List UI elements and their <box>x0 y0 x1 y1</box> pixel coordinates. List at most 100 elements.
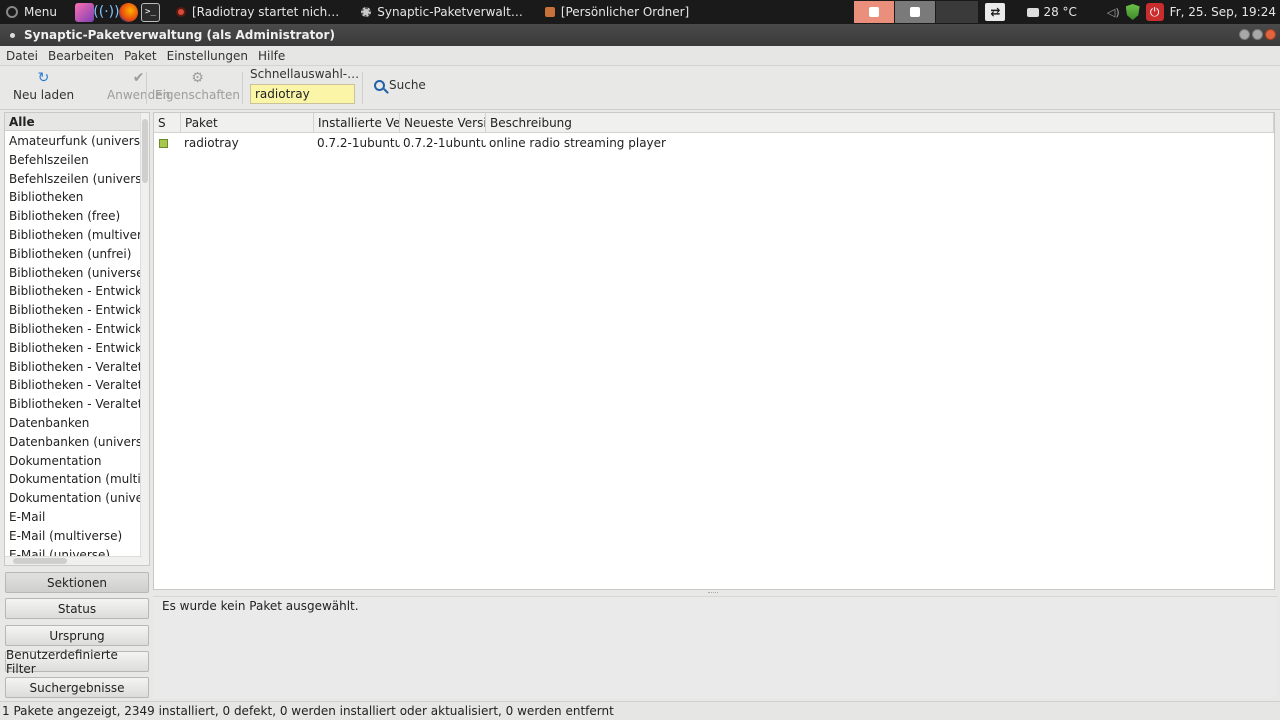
custom-filter-button[interactable]: Benutzerdefinierte Filter <box>5 648 149 676</box>
menu-hilfe[interactable]: Hilfe <box>252 49 289 63</box>
volume-icon[interactable]: ◁) <box>1107 6 1120 19</box>
search-results-filter-button[interactable]: Suchergebnisse <box>5 677 149 698</box>
menu-label: Menu <box>24 5 57 19</box>
firefox-launcher-icon[interactable] <box>118 2 138 22</box>
reload-button[interactable]: ↻ Neu laden <box>13 70 74 102</box>
folder-task-icon <box>544 7 555 17</box>
section-item[interactable]: Befehlszeilen (universe) <box>5 169 142 188</box>
checkmark-icon: ✔ <box>132 70 145 86</box>
quickfilter-input[interactable] <box>250 84 355 104</box>
scrollbar-thumb[interactable] <box>142 119 148 183</box>
menu-paket[interactable]: Paket <box>118 49 161 63</box>
section-item[interactable]: Datenbanken <box>5 413 142 432</box>
sections-vertical-scrollbar[interactable] <box>140 113 149 565</box>
section-item[interactable]: Datenbanken (universe) <box>5 432 142 451</box>
section-item[interactable]: Bibliotheken (multiverse) <box>5 225 142 244</box>
section-item[interactable]: Bibliotheken - Entwicklung <box>5 338 142 357</box>
section-item[interactable]: Bibliotheken <box>5 187 142 206</box>
sections-list[interactable]: Alle Amateurfunk (universe) Befehlszeile… <box>4 112 150 566</box>
workspace-2[interactable] <box>895 1 936 23</box>
window-switcher-icon[interactable]: ⇄ <box>985 3 1006 21</box>
window-controls <box>1239 29 1276 40</box>
toolbar-separator <box>146 72 147 104</box>
row-installed-version: 0.7.2-1ubuntu1 <box>317 136 400 150</box>
table-row[interactable]: radiotray 0.7.2-1ubuntu1 0.7.2-1ubuntu1 … <box>154 133 1274 153</box>
column-header-latest-version[interactable]: Neueste Version <box>400 113 486 132</box>
window-title: Synaptic-Paketverwaltung (als Administra… <box>24 28 335 42</box>
properties-button[interactable]: ⚙ Eigenschaften <box>155 70 240 102</box>
task-radiotray-browser[interactable]: [Radiotray startet nich… <box>170 0 345 24</box>
window-menu-icon[interactable] <box>10 32 15 38</box>
cloud-icon <box>1027 7 1040 17</box>
task-home-folder[interactable]: [Persönlicher Ordner] <box>539 0 695 24</box>
menubar: Datei Bearbeiten Paket Einstellungen Hil… <box>0 46 1280 66</box>
weather-applet[interactable]: 28 °C <box>1027 5 1077 19</box>
close-icon[interactable] <box>1265 29 1276 40</box>
row-latest-version: 0.7.2-1ubuntu1 <box>403 136 486 150</box>
origin-filter-button[interactable]: Ursprung <box>5 625 149 646</box>
properties-label: Eigenschaften <box>155 88 241 102</box>
quickfilter-label: Schnellauswahl-… <box>250 67 360 81</box>
section-item[interactable]: Dokumentation (multiverse) <box>5 469 142 488</box>
installed-status-icon[interactable] <box>159 138 168 148</box>
section-item[interactable]: Bibliotheken (free) <box>5 206 142 225</box>
section-item[interactable]: Bibliotheken - Veraltet ( <box>5 375 142 394</box>
menu-datei[interactable]: Datei <box>0 49 42 63</box>
security-shield-icon[interactable] <box>1125 4 1140 20</box>
section-item[interactable]: Dokumentation (universe) <box>5 488 142 507</box>
sections-filter-button[interactable]: Sektionen <box>5 572 149 593</box>
search-button[interactable]: Suche <box>374 78 426 92</box>
radiotray-launcher-icon[interactable]: ((·)) <box>93 3 119 22</box>
status-filter-button[interactable]: Status <box>5 598 149 619</box>
column-header-status[interactable]: S <box>154 113 181 132</box>
workspace-window-icon <box>869 7 880 17</box>
launchers: ((·)) >_ <box>67 2 160 22</box>
minimize-icon[interactable] <box>1239 29 1250 40</box>
section-item[interactable]: Bibliotheken - Veraltet ( <box>5 394 142 413</box>
menu-button[interactable]: Menu <box>0 0 67 24</box>
search-icon <box>374 79 385 91</box>
table-header: S Paket Installierte Version Neueste Ver… <box>154 113 1274 133</box>
row-status-cell[interactable] <box>154 138 181 148</box>
section-item[interactable]: Befehlszeilen <box>5 150 142 169</box>
properties-gear-icon: ⚙ <box>191 70 204 86</box>
section-item[interactable]: E-Mail (multiverse) <box>5 526 142 545</box>
taskbar: Menu ((·)) >_ [Radiotray startet nich… S… <box>0 0 1280 24</box>
sections-header-all[interactable]: Alle <box>5 113 142 131</box>
task-synaptic[interactable]: Synaptic-Paketverwalt… <box>355 0 529 24</box>
workspace-3[interactable] <box>936 1 979 23</box>
section-item[interactable]: Bibliotheken - Entwicklung <box>5 300 142 319</box>
section-item[interactable]: Bibliotheken - Entwicklung <box>5 281 142 300</box>
image-viewer-launcher-icon[interactable] <box>74 2 94 22</box>
menu-bearbeiten[interactable]: Bearbeiten <box>42 49 118 63</box>
package-table[interactable]: S Paket Installierte Version Neueste Ver… <box>153 112 1275 590</box>
section-item[interactable]: E-Mail <box>5 507 142 526</box>
workspace-1[interactable] <box>854 1 895 23</box>
section-item[interactable]: Bibliotheken (universe) <box>5 263 142 282</box>
power-icon[interactable]: ⏻ <box>1145 3 1164 21</box>
section-item[interactable]: Bibliotheken - Veraltet <box>5 357 142 376</box>
clock[interactable]: Fr, 25. Sep, 19:24 <box>1170 5 1276 19</box>
section-item[interactable]: Dokumentation <box>5 451 142 470</box>
status-bar: 1 Pakete angezeigt, 2349 installiert, 0 … <box>0 701 1280 720</box>
section-item[interactable]: Amateurfunk (universe) <box>5 131 142 150</box>
menu-einstellungen[interactable]: Einstellungen <box>161 49 252 63</box>
column-header-installed-version[interactable]: Installierte Version <box>314 113 400 132</box>
toolbar-separator <box>362 72 363 104</box>
window-titlebar[interactable]: Synaptic-Paketverwaltung (als Administra… <box>0 24 1280 46</box>
sections-horizontal-scrollbar[interactable] <box>5 556 142 565</box>
scrollbar-thumb[interactable] <box>13 558 67 564</box>
maximize-icon[interactable] <box>1252 29 1263 40</box>
toolbar: ↻ Neu laden ✔ Anwenden ⚙ Eigenschaften S… <box>0 66 1280 110</box>
package-detail-panel: Es wurde kein Paket ausgewählt. <box>153 596 1277 698</box>
splitter-grip[interactable] <box>708 592 718 594</box>
terminal-launcher-icon[interactable]: >_ <box>140 2 160 22</box>
task-label: [Persönlicher Ordner] <box>560 5 690 19</box>
column-header-package[interactable]: Paket <box>181 113 314 132</box>
synaptic-task-icon <box>361 7 372 17</box>
section-item[interactable]: Bibliotheken (unfrei) <box>5 244 142 263</box>
browser-task-icon <box>175 7 186 17</box>
column-header-description[interactable]: Beschreibung <box>486 113 1274 132</box>
task-label: Synaptic-Paketverwalt… <box>377 5 523 19</box>
section-item[interactable]: Bibliotheken - Entwicklung <box>5 319 142 338</box>
